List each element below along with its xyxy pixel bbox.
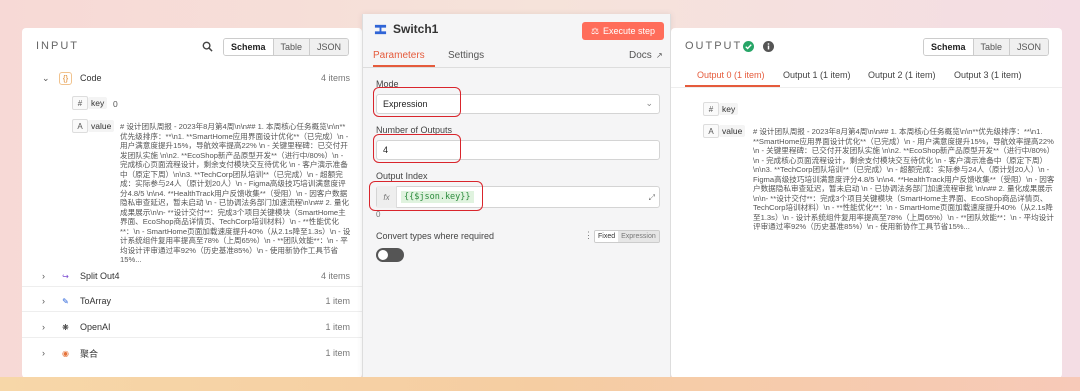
chevron-right-icon[interactable]: › [42,271,45,281]
background-band [0,377,1080,391]
field-value-text: # 设计团队周报 - 2023年8月第4周\n\n## 1. 本周核心任务概览\… [120,122,351,264]
tab-settings[interactable]: Settings [448,50,484,61]
output-panel: OUTPUT Schema Table JSON Output 0 (1 ite… [671,28,1062,378]
node-title: Switch1 [393,22,439,36]
tab-output-3[interactable]: Output 3 (1 item) [954,70,1022,80]
annotation-highlight-index [369,181,483,211]
field-key-value: 0 [113,99,118,109]
node-name: Split Out4 [80,271,120,281]
execute-step-button[interactable]: ⚖ Execute step [582,22,664,40]
field-value-label[interactable]: value [719,125,746,137]
node-item-count: 1 item [325,348,350,358]
tab-output-0[interactable]: Output 0 (1 item) [697,70,765,80]
input-view-json[interactable]: JSON [309,39,349,55]
input-node-aggregate[interactable]: › ◉ 聚合 1 item [22,343,362,363]
expand-icon[interactable]: ⤢ [649,193,655,203]
app-frame: INPUT Schema Table JSON ⌄ {} Code 4 item… [0,0,1080,391]
output-title: OUTPUT [685,40,743,52]
node-name: OpenAI [80,322,111,332]
input-view-switch: Schema Table JSON [223,38,350,56]
output-index-label: Output Index [376,171,428,181]
input-panel: INPUT Schema Table JSON ⌄ {} Code 4 item… [22,28,362,378]
flask-icon: ⚖ [590,25,600,36]
string-type-icon: A [703,124,719,138]
tab-parameters[interactable]: Parameters [373,50,425,61]
expression-option[interactable]: Expression [618,231,659,242]
node-parameters-panel: Switch1 ⚖ Execute step Parameters Settin… [362,14,672,378]
node-item-count: 4 items [320,73,350,83]
output-view-schema[interactable]: Schema [924,39,973,55]
output-view-json[interactable]: JSON [1009,39,1049,55]
field-key-label[interactable]: key [88,97,108,109]
output-view-table[interactable]: Table [972,39,1010,55]
input-node-code[interactable]: ⌄ {} Code 4 items [22,68,362,88]
openai-icon: ❋ [62,322,69,332]
field-value-text: # 设计团队周报 - 2023年8月第4周\n\n## 1. 本周核心任务概览\… [753,127,1055,231]
divider [22,337,362,338]
chevron-right-icon[interactable]: › [42,296,45,306]
external-link-icon[interactable]: ↗ [656,51,663,60]
annotation-highlight-outputs [373,134,461,163]
input-node-openai[interactable]: › ❋ OpenAI 1 item [22,317,362,337]
tab-output-1[interactable]: Output 1 (1 item) [783,70,851,80]
node-item-count: 1 item [325,296,350,306]
number-type-icon: # [703,102,719,116]
string-type-icon: A [72,119,88,133]
divider [22,286,362,287]
node-name: Code [80,73,102,83]
node-name: ToArray [80,296,112,306]
chevron-down-icon[interactable]: ⌄ [42,73,50,84]
chevron-right-icon[interactable]: › [42,322,45,332]
convert-types-label: Convert types where required [376,231,495,241]
split-icon: ↪ [62,271,69,281]
docs-link[interactable]: Docs [629,50,652,61]
input-view-schema[interactable]: Schema [224,39,273,55]
more-options-icon[interactable]: ⋮ [584,230,593,241]
input-view-table[interactable]: Table [272,39,310,55]
search-icon[interactable] [202,41,213,52]
expression-preview: 0 [376,210,381,219]
input-node-split-out4[interactable]: › ↪ Split Out4 4 items [22,266,362,286]
execute-step-label: Execute step [603,26,656,36]
pen-icon: ✎ [62,296,69,306]
aggregate-icon: ◉ [62,348,69,358]
tabs-divider [671,87,1062,88]
code-braces-icon: {} [59,71,72,85]
tabs-divider [363,67,672,68]
node-item-count: 4 items [320,271,350,281]
field-key-label[interactable]: key [719,103,739,115]
convert-types-toggle[interactable] [376,248,404,262]
chevron-right-icon[interactable]: › [42,348,45,358]
switch-node-icon [374,24,387,35]
number-type-icon: # [72,96,88,110]
node-item-count: 1 item [325,322,350,332]
fixed-expression-switch: Fixed Expression [594,230,660,243]
info-icon[interactable] [763,41,774,52]
chevron-down-icon[interactable]: ⌄ [645,98,653,109]
input-title: INPUT [36,40,79,52]
field-value-label[interactable]: value [88,120,115,132]
tab-output-2[interactable]: Output 2 (1 item) [868,70,936,80]
annotation-highlight-mode [373,87,461,117]
input-node-toarray[interactable]: › ✎ ToArray 1 item [22,291,362,311]
success-check-icon [743,41,754,52]
output-view-switch: Schema Table JSON [923,38,1050,56]
node-name: 聚合 [80,348,99,359]
fixed-option[interactable]: Fixed [595,231,619,242]
divider [22,311,362,312]
